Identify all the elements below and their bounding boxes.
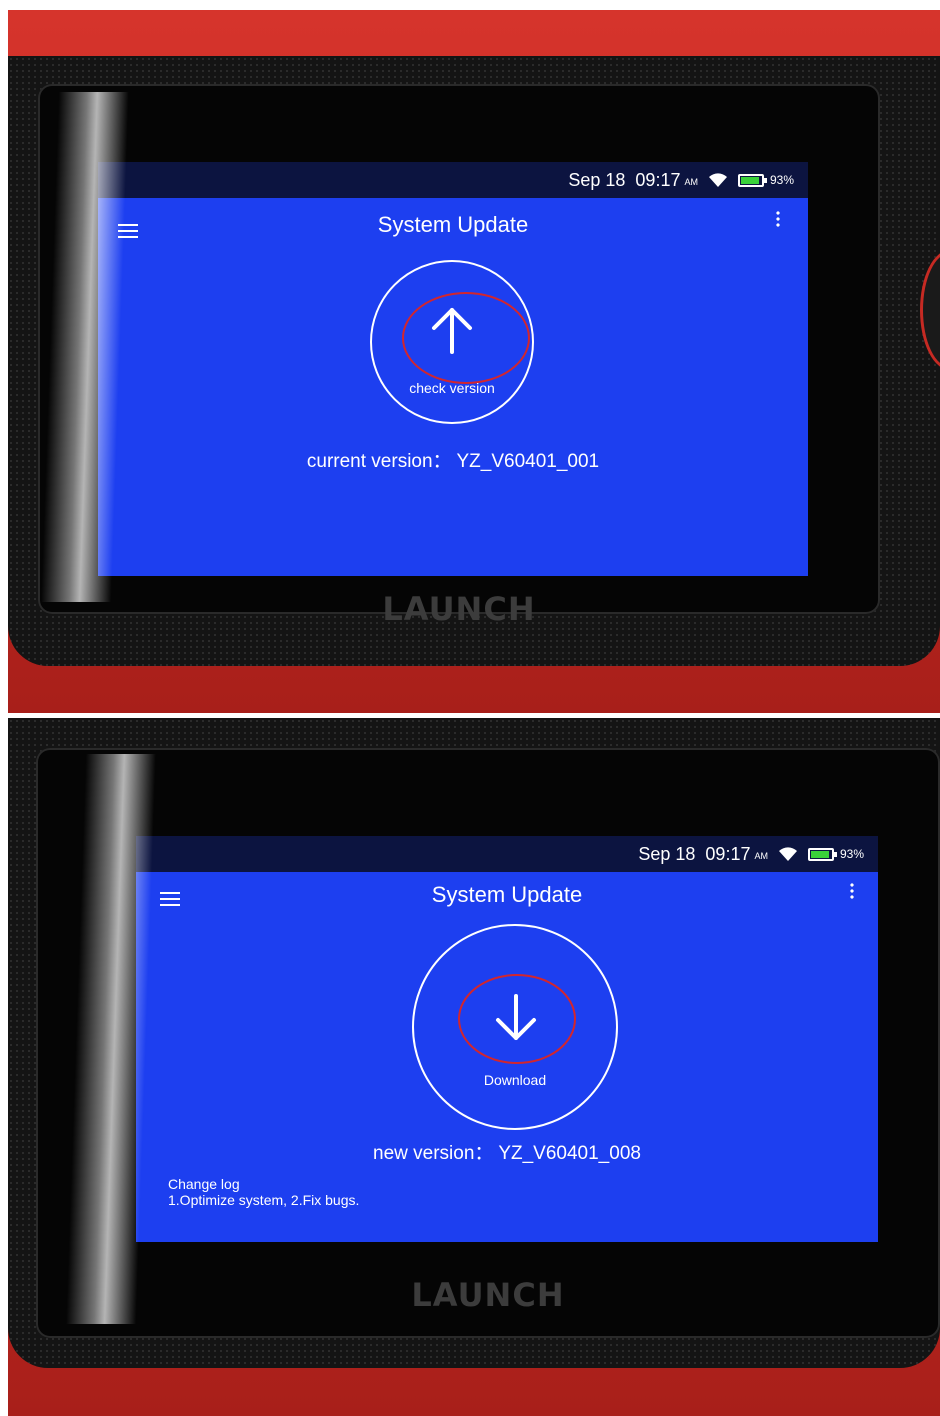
check-version-label: check version — [409, 380, 495, 396]
status-bar: Sep 18 09:17 AM 93% — [98, 162, 808, 198]
photo-download-screen: Sep 18 09:17 AM 93% System Update Downlo… — [8, 718, 940, 1416]
arrow-up-icon — [432, 308, 472, 354]
status-time: 09:17 — [705, 843, 751, 864]
page-title: System Update — [431, 882, 583, 907]
arrow-down-icon — [496, 994, 536, 1040]
change-log-heading: Change log — [168, 1176, 240, 1192]
battery-fill — [810, 850, 830, 858]
wifi-icon — [778, 847, 797, 861]
status-date: Sep 18 — [638, 843, 696, 864]
status-date: Sep 18 — [568, 169, 626, 190]
device-display: Sep 18 09:17 AM 93% System Update — [136, 836, 878, 1242]
status-ampm: AM — [684, 177, 698, 187]
page-title: System Update — [377, 212, 529, 237]
current-version-text: current version： YZ_V60401_001 — [306, 451, 600, 472]
status-time: 09:17 — [635, 169, 681, 190]
battery-percent: 93% — [769, 173, 794, 187]
battery-icon — [807, 847, 837, 861]
download-label: Download — [483, 1072, 547, 1088]
status-ampm: AM — [754, 851, 768, 861]
check-version-button[interactable]: check version — [370, 260, 534, 424]
download-button[interactable]: Download — [412, 924, 618, 1130]
screen-glass: Sep 18 09:17 AM 93% System Update — [38, 84, 880, 628]
launch-logo: LAUNCH — [382, 590, 536, 628]
screen-glass: Sep 18 09:17 AM 93% System Update — [36, 748, 940, 1338]
battery-fill — [740, 176, 760, 184]
change-log-text: 1.Optimize system, 2.Fix bugs. — [168, 1192, 360, 1208]
battery-icon — [737, 173, 767, 187]
new-version-text: new version： YZ_V60401_008 — [373, 1143, 641, 1164]
change-log: Change log 1.Optimize system, 2.Fix bugs… — [168, 1176, 359, 1208]
battery-percent: 93% — [839, 847, 864, 861]
status-bar: Sep 18 09:17 AM 93% — [136, 836, 878, 872]
photo-check-version-screen: Sep 18 09:17 AM 93% System Update check … — [8, 10, 940, 713]
launch-logo: LAUNCH — [411, 1276, 565, 1314]
device-display: Sep 18 09:17 AM 93% System Update — [98, 162, 808, 576]
wifi-icon — [708, 173, 727, 187]
